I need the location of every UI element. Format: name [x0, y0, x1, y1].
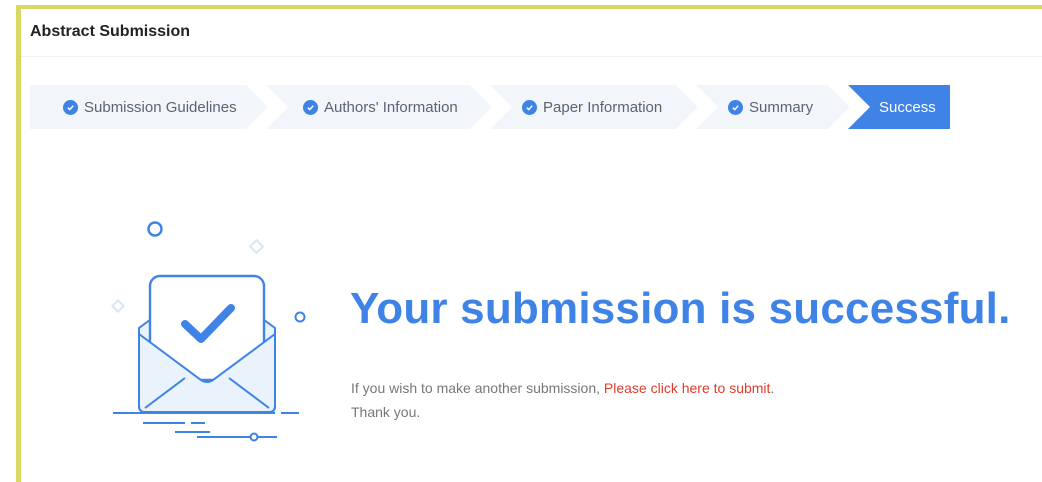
- check-circle-icon: [522, 100, 537, 115]
- step-label: Success: [879, 98, 936, 116]
- step-label: Summary: [749, 98, 814, 116]
- check-circle-icon: [63, 100, 78, 115]
- check-circle-icon: [303, 100, 318, 115]
- step-summary: Summary: [696, 85, 850, 129]
- step-label: Submission Guidelines: [84, 98, 237, 116]
- page-title: Abstract Submission: [30, 23, 191, 40]
- frame-top-border: [16, 5, 1042, 9]
- step-label: Paper Information: [543, 98, 663, 116]
- step-paper-information: Paper Information: [490, 85, 698, 129]
- success-headline: Your submission is successful.: [350, 284, 1011, 333]
- envelope-check-icon: [110, 221, 306, 442]
- frame-left-border: [16, 5, 21, 482]
- check-circle-icon: [728, 100, 743, 115]
- another-submission-prompt: If you wish to make another submission,: [351, 380, 604, 396]
- step-submission-guidelines: Submission Guidelines: [30, 85, 268, 129]
- another-submission-text: If you wish to make another submission, …: [351, 380, 774, 396]
- progress-steps: Submission Guidelines Authors' Informati…: [30, 85, 950, 129]
- submit-again-link[interactable]: Please click here to submit: [604, 380, 771, 396]
- step-label: Authors' Information: [324, 98, 458, 116]
- title-divider: [21, 56, 1042, 57]
- step-success: Success: [848, 85, 950, 129]
- mail-success-illustration: [105, 212, 315, 452]
- step-authors-information: Authors' Information: [266, 85, 492, 129]
- thank-you-text: Thank you.: [351, 404, 421, 420]
- sentence-period: .: [770, 380, 775, 396]
